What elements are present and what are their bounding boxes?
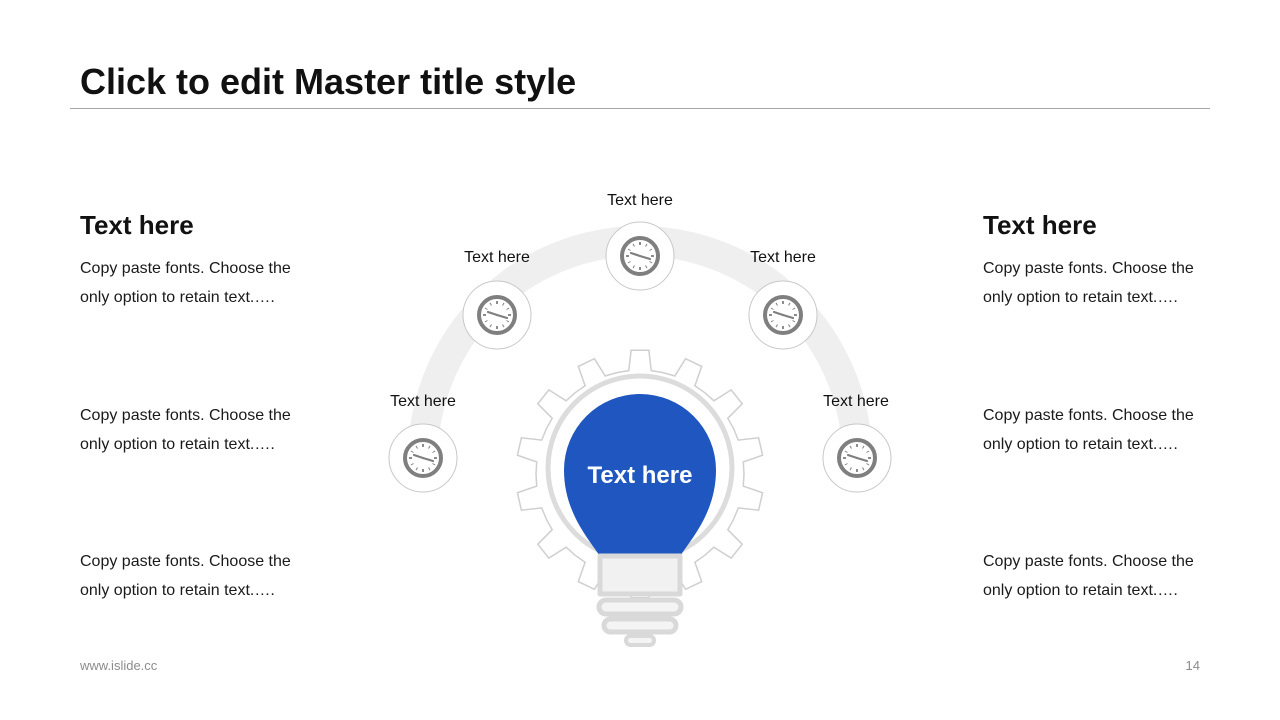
bulb-thread <box>596 597 684 617</box>
diagram-graphics <box>388 221 892 647</box>
clock-icon <box>462 280 532 350</box>
bulb-thread <box>601 616 679 635</box>
clock-icon <box>605 221 675 291</box>
clock-icon <box>822 423 892 493</box>
node-label: Text here <box>464 249 530 266</box>
bulb-label: Text here <box>587 462 693 489</box>
clock-icon <box>388 423 458 493</box>
node-label: Text here <box>823 393 889 410</box>
footer-url: www.islide.cc <box>80 658 158 673</box>
node-label: Text here <box>390 393 456 410</box>
lightbulb-diagram: Text here Text here Text here Text here … <box>0 0 1280 720</box>
node-label: Text here <box>607 192 673 209</box>
bulb-neck <box>597 553 683 597</box>
bulb-tip <box>624 634 656 647</box>
node-label: Text here <box>750 249 816 266</box>
clock-icon <box>748 280 818 350</box>
page-number: 14 <box>1185 658 1200 673</box>
